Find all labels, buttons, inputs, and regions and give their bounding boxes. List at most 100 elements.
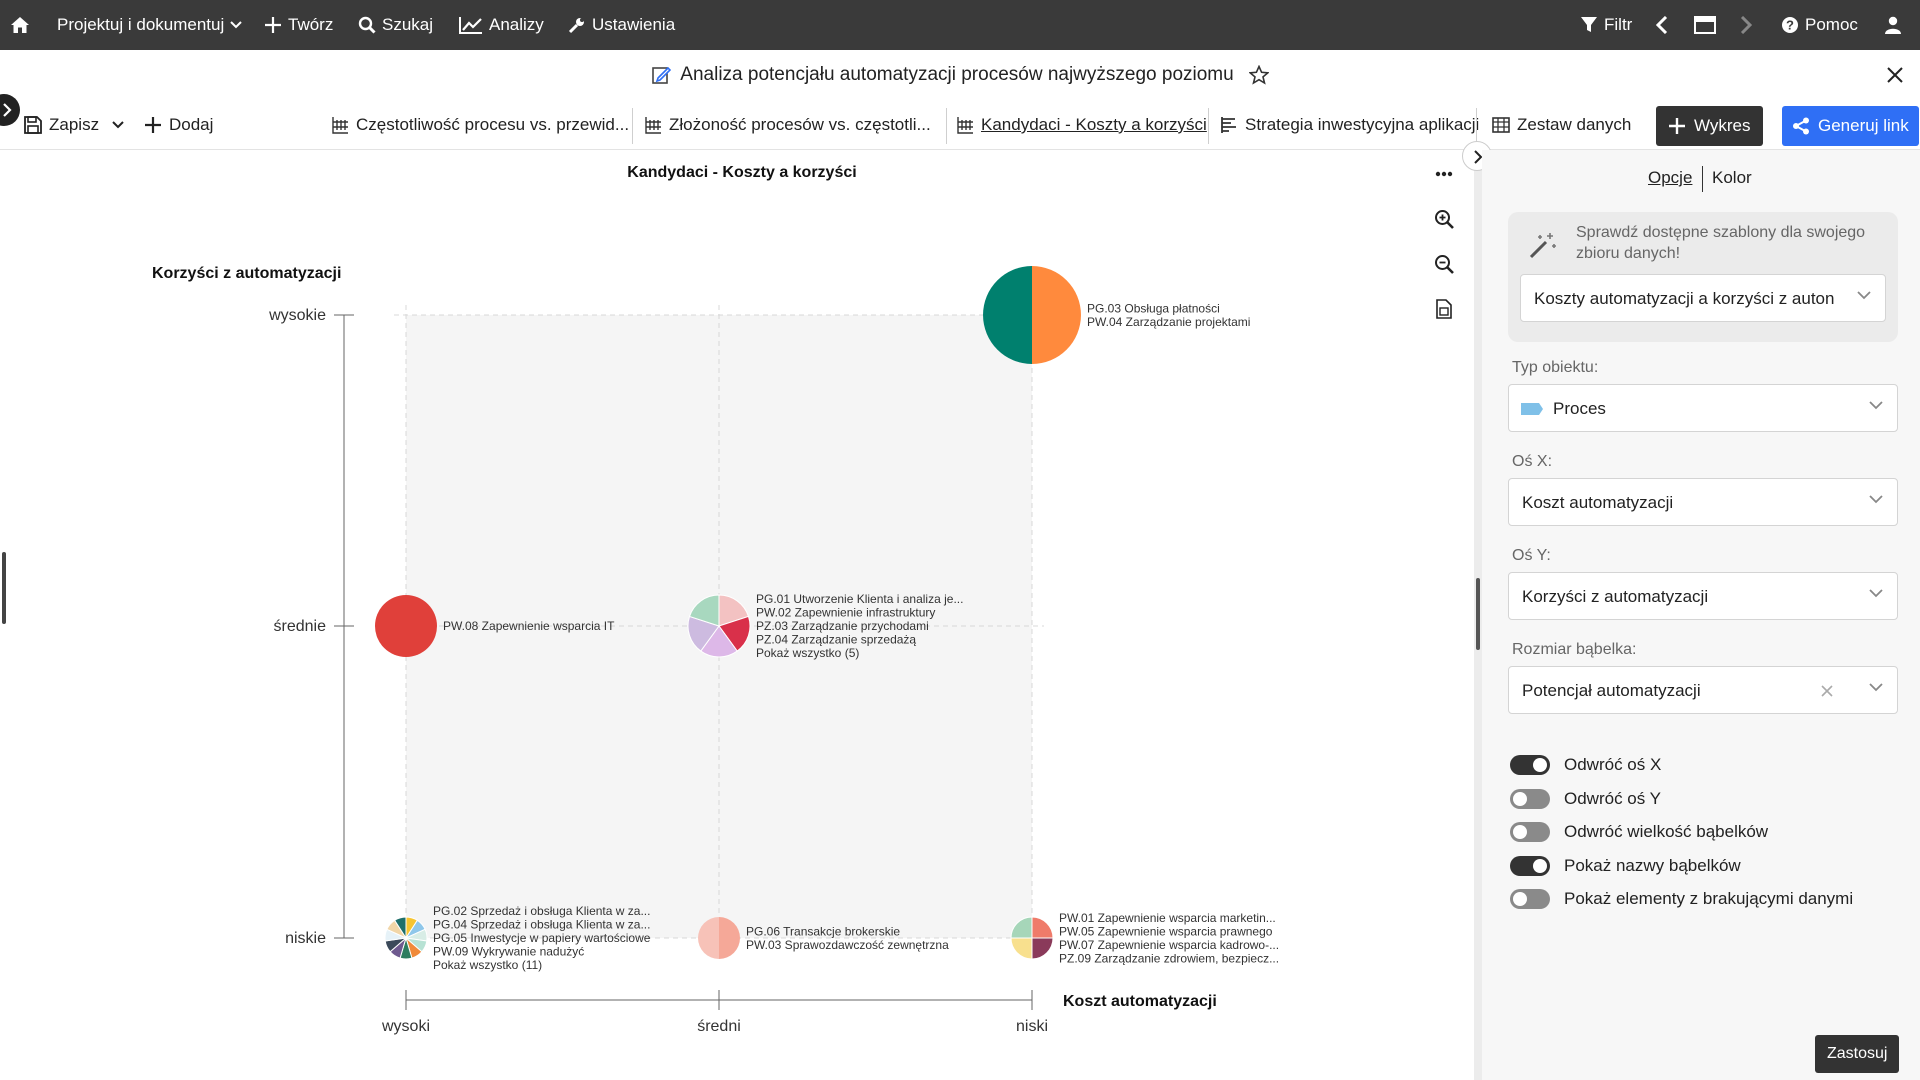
apply-button[interactable]: Zastosuj [1815,1035,1900,1073]
zoom-out-icon [1435,255,1454,274]
chart-area: niskie średnie wysokie Korzyści z automatyz… [10,150,1474,1080]
plus-icon [1669,118,1685,134]
title-row: Analiza potencjału automatyzacji procesó… [0,64,1920,86]
bubble-label: PZ.03 Zarządzanie przychodami [756,619,929,633]
add-button[interactable]: Dodaj [144,100,213,150]
search-menu[interactable]: Szukaj [358,0,433,50]
analytics-menu[interactable]: Analizy [459,0,544,50]
bubble [375,595,437,657]
object-type-select[interactable]: Proces [1508,384,1898,432]
tab-separator [946,108,947,144]
chart-more-button[interactable] [1430,160,1458,188]
bubble-label: PG.01 Utworzenie Klienta i analiza je... [756,592,963,606]
floppy-disk-icon [24,116,42,134]
star-icon[interactable] [1248,64,1270,85]
generate-link-label: Generuj link [1818,116,1909,135]
bubble-slice [1031,916,1054,939]
tab-options[interactable]: Opcje [1648,168,1692,188]
projects-menu[interactable]: Projektuj i dokumentuj [57,0,242,50]
y-axis-title: Korzyści z automatyzacji [152,265,341,282]
tab-process-complexity[interactable]: Złożoność procesów vs. częstotli... [644,100,931,150]
chart-title: Kandydaci - Koszty a korzyści [627,164,857,181]
toggle-row[interactable]: Odwróć oś Y [1510,786,1661,812]
zoom-in-button[interactable] [1430,205,1458,233]
ellipsis-icon [1435,171,1453,177]
toggle-row[interactable]: Odwróć wielkość bąbelków [1510,819,1768,845]
save-button[interactable]: Zapisz [24,100,124,150]
user-button[interactable] [1884,0,1902,50]
toggle-label: Odwróć oś Y [1564,788,1662,808]
toggle-switch[interactable] [1510,855,1550,876]
clear-icon[interactable] [1821,685,1833,697]
process-icon [1521,403,1543,415]
chevron-down-icon [1869,495,1883,504]
add-chart-button[interactable]: Wykres [1656,106,1763,146]
toggle-switch[interactable] [1510,822,1550,842]
tab-process-frequency[interactable]: Częstotliwość procesu vs. przewid... [331,100,629,150]
x-axis-label: Oś X: [1512,453,1553,470]
create-menu[interactable]: Twórz [264,0,333,50]
fit-view-button[interactable] [1430,295,1458,323]
close-icon[interactable] [1887,67,1903,83]
help-label: Pomoc [1805,15,1858,34]
chevron-right-icon [1740,16,1752,34]
edit-document-icon [652,66,672,84]
toggle-row[interactable]: Odwróć oś X [1510,752,1661,778]
toggle-knob [1533,758,1547,772]
add-chart-label: Wykres [1694,116,1751,135]
tab-label-active: Kandydaci - Koszty a korzyści [981,115,1207,134]
help-button[interactable]: ? Pomoc [1781,0,1858,50]
window-button[interactable] [1694,0,1716,50]
settings-menu[interactable]: Ustawienia [568,0,675,50]
toggle-knob [1513,892,1527,906]
chart-grid-icon [957,117,973,134]
template-select-value: Koszty automatyzacji a korzyści z auton [1534,289,1834,308]
bubble-slice [1031,937,1054,960]
back-button[interactable] [1656,0,1668,50]
home-button[interactable] [10,0,30,50]
tab-investment-strategy[interactable]: Strategia inwestycyjna aplikacji [1220,100,1479,150]
top-navigation-bar: Projektuj i dokumentuj Twórz Szukaj Anal… [0,0,1920,50]
x-axis-value: Koszt automatyzacji [1522,493,1674,512]
analytics-menu-label: Analizy [489,15,544,34]
toggle-row[interactable]: Pokaż elementy z brakującymi danymi [1510,886,1853,912]
x-axis-title: Koszt automatyzacji [1063,993,1217,1010]
magic-wand-icon [1529,233,1556,259]
filter-button[interactable]: Filtr [1580,0,1632,50]
line-chart-icon [459,17,482,34]
x-axis-select[interactable]: Koszt automatyzacji [1508,478,1898,526]
panel-resize-handle[interactable] [1476,578,1480,650]
bubble-label: PW.05 Zapewnienie wsparcia prawnego [1059,924,1273,938]
bubble-size-select[interactable]: Potencjał automatyzacji [1508,666,1898,714]
toggle-switch[interactable] [1510,755,1550,775]
y-tick-label: wysokie [268,307,326,324]
tab-dataset[interactable]: Zestaw danych [1492,100,1631,150]
search-icon [358,16,376,34]
bubble-size-value: Potencjał automatyzacji [1522,681,1701,700]
template-select[interactable]: Koszty automatyzacji a korzyści z auton [1520,274,1886,322]
y-axis-select[interactable]: Korzyści z automatyzacji [1508,572,1898,620]
plus-icon [265,17,281,33]
forward-button[interactable] [1740,0,1752,50]
bubble-label: PG.02 Sprzedaż i obsługa Klienta w za... [433,904,650,918]
svg-text:?: ? [1786,18,1794,33]
create-menu-label: Twórz [288,15,334,34]
add-label: Dodaj [169,115,214,134]
left-resize-handle[interactable] [2,552,6,624]
tab-candidates-costs-benefits[interactable]: Kandydaci - Koszty a korzyści [956,100,1207,150]
chart-grid-icon [332,117,348,134]
y-axis-value: Korzyści z automatyzacji [1522,587,1709,606]
tab-separator [1476,108,1477,144]
chevron-down-icon [1869,589,1883,598]
toggle-row[interactable]: Pokaż nazwy bąbelków [1510,853,1741,879]
x-tick-label: wysoki [381,1018,430,1035]
bubble-label: PW.01 Zapewnienie wsparcia marketin... [1059,911,1276,925]
toggle-switch[interactable] [1510,889,1550,909]
zoom-out-button[interactable] [1430,250,1458,278]
title-bar: Analiza potencjału automatyzacji procesó… [0,50,1920,100]
object-type-label: Typ obiektu: [1512,359,1599,376]
generate-link-button[interactable]: Generuj link [1782,106,1919,146]
toggle-switch[interactable] [1510,788,1550,809]
chevron-down-icon [1857,291,1871,300]
tab-color[interactable]: Kolor [1712,168,1752,188]
